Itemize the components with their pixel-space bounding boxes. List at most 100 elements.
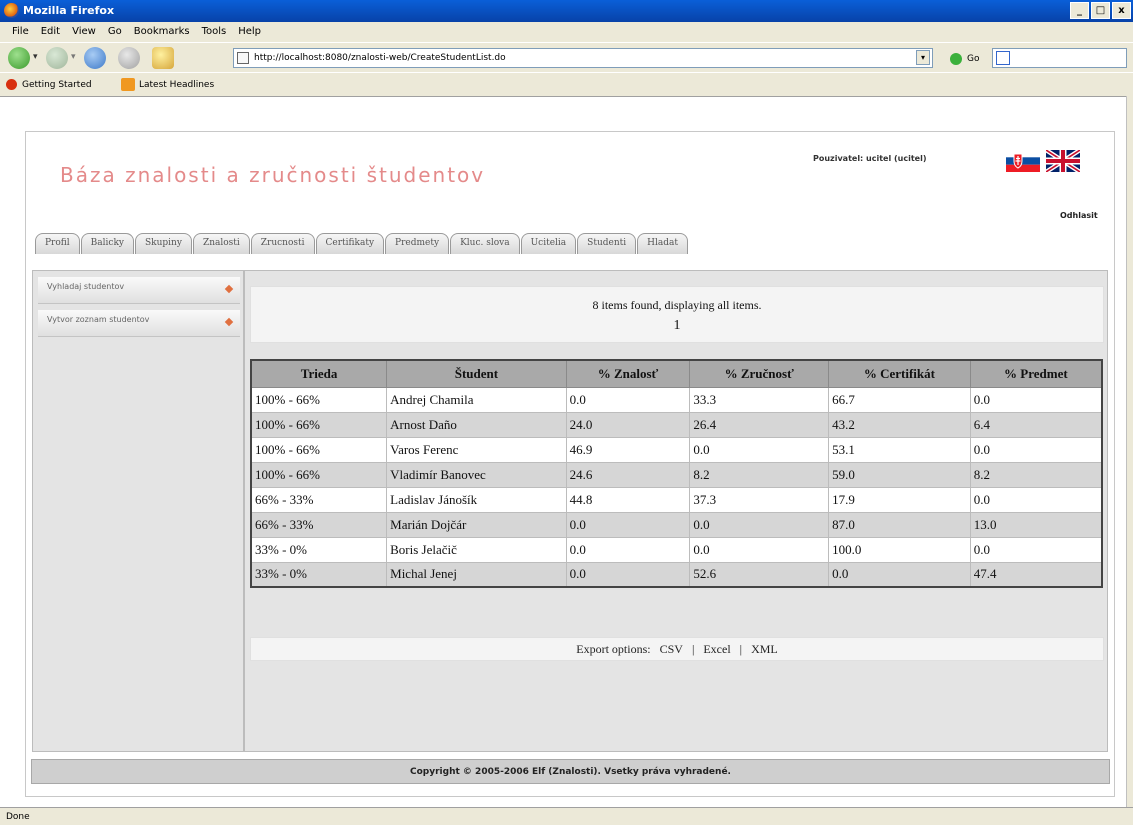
table-cell: 43.2 (828, 411, 971, 438)
export-label: Export options: (576, 642, 651, 656)
slovak-flag-icon[interactable] (1006, 150, 1040, 172)
table-row: 100% - 66% Vladimír Banovec 24.6 8.2 59.… (250, 461, 1103, 488)
browser-window: Mozilla Firefox _ □ x File Edit View Go … (0, 0, 1133, 825)
go-icon[interactable] (950, 53, 962, 65)
reload-icon[interactable] (84, 47, 106, 69)
table-cell: 33% - 0% (250, 536, 388, 563)
main-content: 8 items found, displaying all items. 1 T… (244, 270, 1108, 752)
bookmarks-toolbar: Getting Started Latest Headlines (0, 72, 1133, 96)
tab-ucitelia[interactable]: Ucitelia (520, 233, 577, 254)
forward-arrow-icon[interactable] (46, 47, 68, 69)
forward-dropdown-icon[interactable]: ▾ (71, 52, 76, 62)
tab-skupiny[interactable]: Skupiny (135, 233, 192, 254)
copyright-footer: Copyright © 2005-2006 Elf (Znalosti). Vs… (31, 759, 1110, 784)
export-separator: | (691, 642, 695, 656)
export-separator: | (739, 642, 743, 656)
side-item-search-students[interactable]: Vyhladaj studentov (38, 277, 240, 304)
menu-bookmarks[interactable]: Bookmarks (128, 22, 196, 42)
tab-hladat[interactable]: Hladat (637, 233, 688, 254)
url-input[interactable]: http://localhost:8080/znalosti-web/Creat… (233, 48, 933, 68)
window-title: Mozilla Firefox (23, 4, 115, 17)
menu-file[interactable]: File (6, 22, 35, 42)
table-cell: 0.0 (565, 561, 691, 588)
side-item-label: Vyhladaj studentov (47, 282, 125, 291)
table-cell: 53.1 (828, 436, 971, 463)
pencil-icon (224, 284, 234, 294)
menu-tools[interactable]: Tools (196, 22, 233, 42)
minimize-button[interactable]: _ (1070, 2, 1089, 19)
table-cell: 24.6 (565, 461, 691, 488)
export-excel-link[interactable]: Excel (703, 642, 730, 656)
tab-kluc-slova[interactable]: Kluc. slova (450, 233, 520, 254)
menu-bar: File Edit View Go Bookmarks Tools Help (0, 22, 1133, 42)
table-cell: 33% - 0% (250, 561, 388, 588)
column-header-student[interactable]: Študent (386, 359, 567, 388)
column-header-certifikat[interactable]: % Certifikát (828, 359, 971, 388)
maximize-button[interactable]: □ (1091, 2, 1110, 19)
table-cell: 0.0 (689, 436, 830, 463)
table-header-row: Trieda Študent % Znalosť % Zručnosť % Ce… (250, 359, 1103, 388)
getting-started-icon (6, 79, 17, 90)
table-row: 100% - 66% Andrej Chamila 0.0 33.3 66.7 … (250, 386, 1103, 413)
table-cell: 0.0 (689, 511, 830, 538)
page-container: Báza znalosti a zručnosti študentov Pouz… (25, 131, 1115, 797)
table-cell: Michal Jenej (386, 561, 567, 588)
table-cell: 100.0 (828, 536, 971, 563)
table-cell: 47.4 (969, 561, 1103, 588)
user-label: Pouzivatel: ucitel (ucitel) (813, 154, 927, 163)
column-header-predmet[interactable]: % Predmet (969, 359, 1103, 388)
table-row: 100% - 66% Varos Ferenc 46.9 0.0 53.1 0.… (250, 436, 1103, 463)
table-cell: 24.0 (565, 411, 691, 438)
tab-studenti[interactable]: Studenti (577, 233, 637, 254)
title-bar: Mozilla Firefox _ □ x (0, 0, 1133, 22)
column-header-zrucnost[interactable]: % Zručnosť (689, 359, 830, 388)
menu-help[interactable]: Help (232, 22, 267, 42)
bookmark-getting-started[interactable]: Getting Started (22, 80, 92, 90)
search-engine-icon[interactable] (996, 51, 1010, 65)
table-cell: Andrej Chamila (386, 386, 567, 413)
tab-predmety[interactable]: Predmety (385, 233, 450, 254)
column-header-trieda[interactable]: Trieda (250, 359, 388, 388)
table-cell: Ladislav Jánošík (386, 486, 567, 513)
page-icon (237, 52, 249, 64)
page-number-link[interactable]: 1 (251, 318, 1103, 334)
table-row: 66% - 33% Ladislav Jánošík 44.8 37.3 17.… (250, 486, 1103, 513)
home-icon[interactable] (152, 47, 174, 69)
menu-edit[interactable]: Edit (35, 22, 66, 42)
firefox-icon (4, 3, 19, 18)
table-cell: 66% - 33% (250, 511, 388, 538)
export-xml-link[interactable]: XML (751, 642, 778, 656)
vertical-scrollbar[interactable] (1126, 96, 1133, 807)
column-header-znalost[interactable]: % Znalosť (565, 359, 691, 388)
menu-go[interactable]: Go (102, 22, 128, 42)
uk-flag-icon[interactable] (1046, 150, 1080, 172)
logout-link[interactable]: Odhlasit (1060, 211, 1098, 220)
table-cell: 100% - 66% (250, 461, 388, 488)
back-dropdown-icon[interactable]: ▾ (33, 52, 38, 62)
close-button[interactable]: x (1112, 2, 1131, 19)
table-cell: Boris Jelačič (386, 536, 567, 563)
table-cell: 87.0 (828, 511, 971, 538)
table-cell: 0.0 (565, 386, 691, 413)
tab-balicky[interactable]: Balicky (80, 233, 134, 254)
tab-zrucnosti[interactable]: Zrucnosti (250, 233, 315, 254)
table-cell: 46.9 (565, 436, 691, 463)
page-viewport: Báza znalosti a zručnosti študentov Pouz… (0, 96, 1126, 807)
menu-view[interactable]: View (66, 22, 102, 42)
tab-profil[interactable]: Profil (35, 233, 80, 254)
table-cell: 0.0 (969, 536, 1103, 563)
tab-certifikaty[interactable]: Certifikaty (315, 233, 385, 254)
back-arrow-icon[interactable] (8, 47, 30, 69)
export-csv-link[interactable]: CSV (660, 642, 683, 656)
search-input[interactable] (992, 48, 1127, 68)
table-cell: Arnost Daño (386, 411, 567, 438)
table-cell: 0.0 (969, 386, 1103, 413)
side-item-create-student-list[interactable]: Vytvor zoznam studentov (38, 310, 240, 337)
go-button-label[interactable]: Go (967, 54, 979, 64)
tab-znalosti[interactable]: Znalosti (192, 233, 250, 254)
table-cell: 100% - 66% (250, 436, 388, 463)
items-found-text: 8 items found, displaying all items. (592, 298, 762, 312)
url-dropdown-icon[interactable]: ▾ (916, 50, 930, 65)
bookmark-latest-headlines[interactable]: Latest Headlines (139, 80, 214, 90)
stop-icon[interactable] (118, 47, 140, 69)
